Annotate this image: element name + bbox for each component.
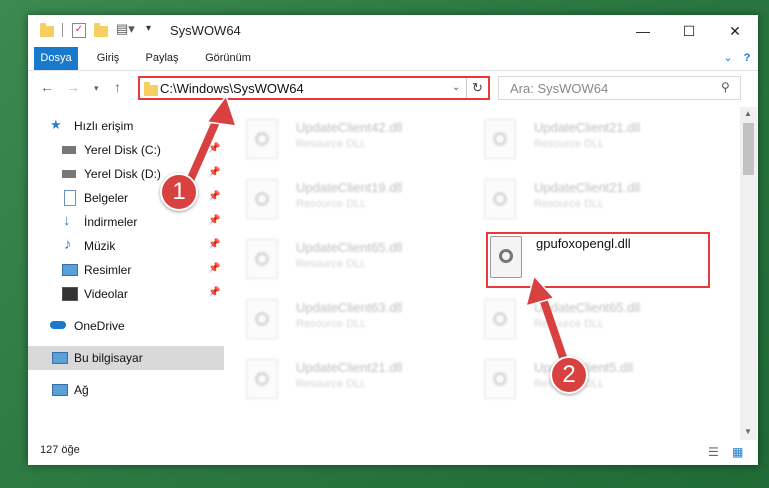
step-1-badge: 1 bbox=[160, 173, 198, 211]
arrow-to-address-bar bbox=[181, 94, 238, 196]
annotation-overlay bbox=[181, 94, 572, 376]
step-2-badge: 2 bbox=[550, 356, 588, 394]
